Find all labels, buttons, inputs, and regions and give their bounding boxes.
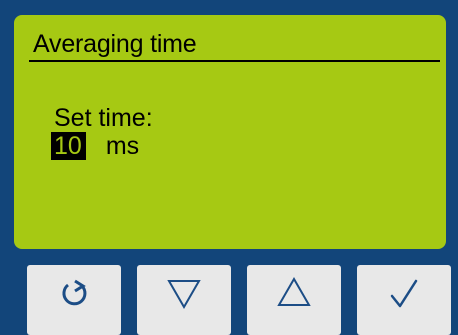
up-button[interactable] (247, 265, 341, 335)
checkmark-icon (384, 273, 424, 313)
triangle-up-icon (274, 273, 314, 313)
back-button[interactable] (27, 265, 121, 335)
title-divider (29, 60, 440, 62)
time-unit-label: ms (105, 132, 140, 160)
value-row: 10 ms (51, 132, 139, 160)
time-value-field[interactable]: 10 (51, 132, 86, 160)
set-time-label: Set time: (54, 104, 153, 132)
confirm-button[interactable] (357, 265, 451, 335)
triangle-down-icon (164, 273, 204, 313)
lcd-display: Averaging time Set time: 10 ms (14, 15, 446, 249)
rotate-back-icon (54, 273, 94, 313)
down-button[interactable] (137, 265, 231, 335)
screen-title: Averaging time (33, 30, 197, 58)
